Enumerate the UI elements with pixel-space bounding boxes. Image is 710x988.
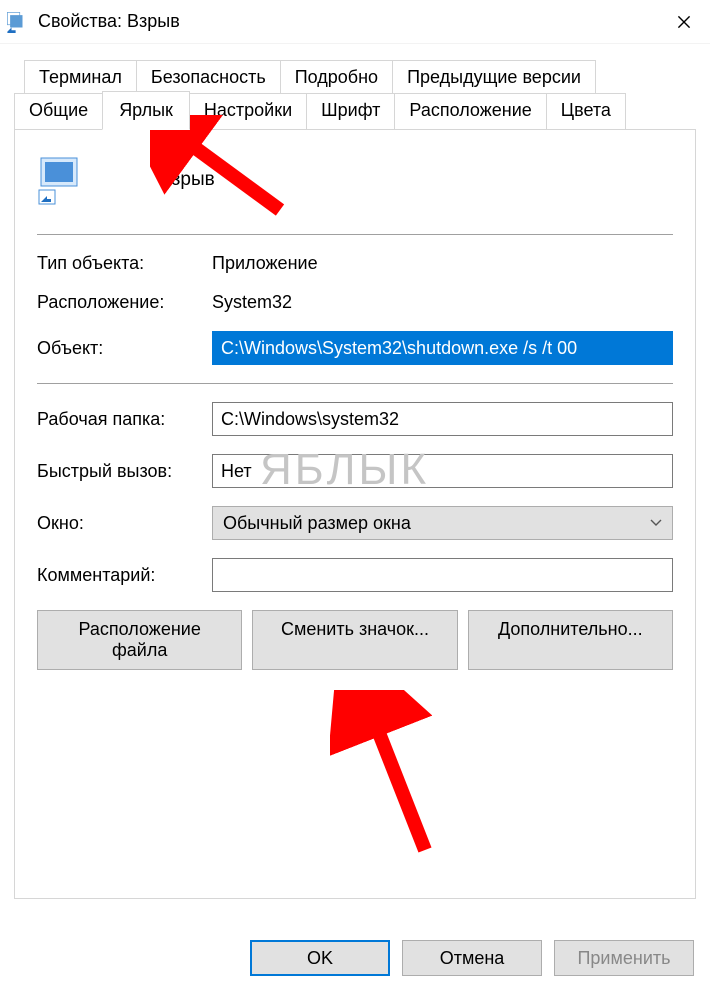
comment-input[interactable] xyxy=(212,558,673,592)
workdir-input[interactable] xyxy=(212,402,673,436)
shortcut-name: Взрыв xyxy=(159,169,215,191)
separator xyxy=(37,383,673,384)
open-file-location-button[interactable]: Расположение файла xyxy=(37,610,242,670)
tab-details[interactable]: Подробно xyxy=(280,60,393,94)
run-dropdown[interactable]: Обычный размер окна xyxy=(212,506,673,540)
tab-colors[interactable]: Цвета xyxy=(546,93,626,130)
label-location: Расположение: xyxy=(37,292,212,313)
label-run: Окно: xyxy=(37,513,212,534)
value-type: Приложение xyxy=(212,253,318,274)
tab-general[interactable]: Общие xyxy=(14,93,103,130)
shortcut-large-icon xyxy=(37,154,89,206)
cancel-button[interactable]: Отмена xyxy=(402,940,542,976)
tab-previous[interactable]: Предыдущие версии xyxy=(392,60,596,94)
advanced-button[interactable]: Дополнительно... xyxy=(468,610,673,670)
tab-shortcut[interactable]: Ярлык xyxy=(102,91,190,130)
tab-font[interactable]: Шрифт xyxy=(306,93,395,130)
tab-settings[interactable]: Настройки xyxy=(189,93,307,130)
chevron-down-icon xyxy=(650,516,662,530)
tab-security[interactable]: Безопасность xyxy=(136,60,281,94)
dialog-footer: OK Отмена Применить xyxy=(250,940,694,976)
label-hotkey: Быстрый вызов: xyxy=(37,461,212,482)
tab-terminal[interactable]: Терминал xyxy=(24,60,137,94)
label-target: Объект: xyxy=(37,338,212,359)
window-title: Свойства: Взрыв xyxy=(38,11,664,32)
apply-button[interactable]: Применить xyxy=(554,940,694,976)
value-location: System32 xyxy=(212,292,292,313)
label-comment: Комментарий: xyxy=(37,565,212,586)
close-button[interactable] xyxy=(664,2,704,42)
label-type: Тип объекта: xyxy=(37,253,212,274)
tab-layout[interactable]: Расположение xyxy=(394,93,546,130)
run-dropdown-value: Обычный размер окна xyxy=(223,513,411,534)
label-workdir: Рабочая папка: xyxy=(37,409,212,430)
tabstrip: Терминал Безопасность Подробно Предыдущи… xyxy=(14,60,696,899)
titlebar: Свойства: Взрыв xyxy=(0,0,710,44)
separator xyxy=(37,234,673,235)
shortcut-icon xyxy=(6,11,28,33)
ok-button[interactable]: OK xyxy=(250,940,390,976)
target-input[interactable] xyxy=(212,331,673,365)
change-icon-button[interactable]: Сменить значок... xyxy=(252,610,457,670)
hotkey-input[interactable] xyxy=(212,454,673,488)
